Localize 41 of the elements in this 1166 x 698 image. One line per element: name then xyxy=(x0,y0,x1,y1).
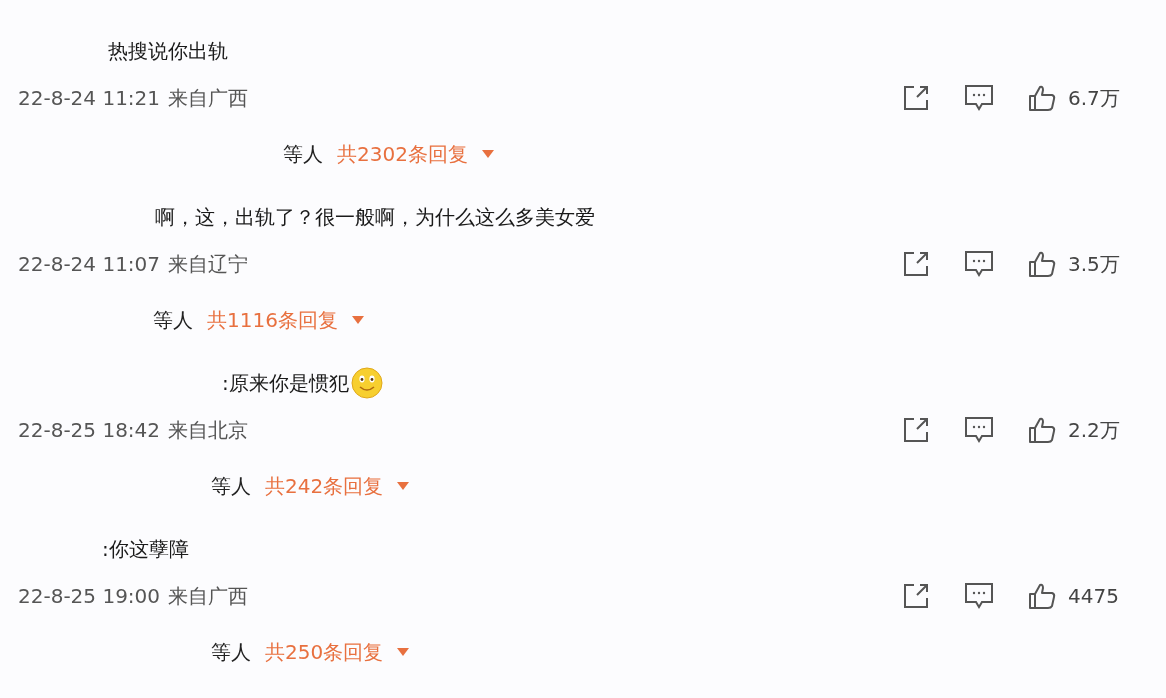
reply-users-suffix: 等人 xyxy=(283,140,323,168)
comment-time: 22-8-24 11:21 xyxy=(18,86,161,110)
like-count: 6.7万 xyxy=(1068,84,1121,112)
comment-icon[interactable] xyxy=(964,582,994,610)
share-icon[interactable] xyxy=(902,250,930,278)
replies-link[interactable]: 共2302条回复 xyxy=(337,140,468,168)
comment-location: 来自北京 xyxy=(168,416,249,444)
comment-location: 来自广西 xyxy=(168,582,249,610)
caret-icon[interactable] xyxy=(481,150,494,158)
comment-location: 来自辽宁 xyxy=(168,250,249,278)
comment-icon[interactable] xyxy=(964,84,994,112)
reply-users-suffix: 等人 xyxy=(153,306,193,334)
comment-time: 22-8-25 18:42 xyxy=(18,418,161,442)
comment-icon[interactable] xyxy=(964,250,994,278)
like-count: 2.2万 xyxy=(1068,416,1121,444)
comment-time: 22-8-24 11:07 xyxy=(18,252,161,276)
reply-users-suffix: 等人 xyxy=(211,472,251,500)
thumbs-up-icon[interactable] xyxy=(1028,250,1056,278)
caret-icon[interactable] xyxy=(351,316,364,324)
comment-icon[interactable] xyxy=(964,416,994,444)
like-count: 4475 xyxy=(1068,584,1120,608)
comment-text: :你这孽障 xyxy=(102,535,189,563)
replies-link[interactable]: 共1116条回复 xyxy=(207,306,338,334)
caret-icon[interactable] xyxy=(397,648,410,656)
comment-text: 啊，这，出轨了？很一般啊，为什么这么多美女爱 xyxy=(155,203,595,231)
comment-location: 来自广西 xyxy=(168,84,249,112)
reply-users-suffix: 等人 xyxy=(211,638,251,666)
thumbs-up-icon[interactable] xyxy=(1028,582,1056,610)
comment-text: 热搜说你出轨 xyxy=(108,37,228,65)
thumbs-up-icon[interactable] xyxy=(1028,416,1056,444)
comment-text: :原来你是惯犯 xyxy=(222,369,349,397)
share-icon[interactable] xyxy=(902,416,930,444)
share-icon[interactable] xyxy=(902,582,930,610)
like-count: 3.5万 xyxy=(1068,250,1121,278)
thumbs-up-icon[interactable] xyxy=(1028,84,1056,112)
share-icon[interactable] xyxy=(902,84,930,112)
replies-link[interactable]: 共250条回复 xyxy=(265,638,384,666)
comment-time: 22-8-25 19:00 xyxy=(18,584,161,608)
caret-icon[interactable] xyxy=(397,482,410,490)
replies-link[interactable]: 共242条回复 xyxy=(265,472,384,500)
smiley-icon xyxy=(350,367,383,399)
